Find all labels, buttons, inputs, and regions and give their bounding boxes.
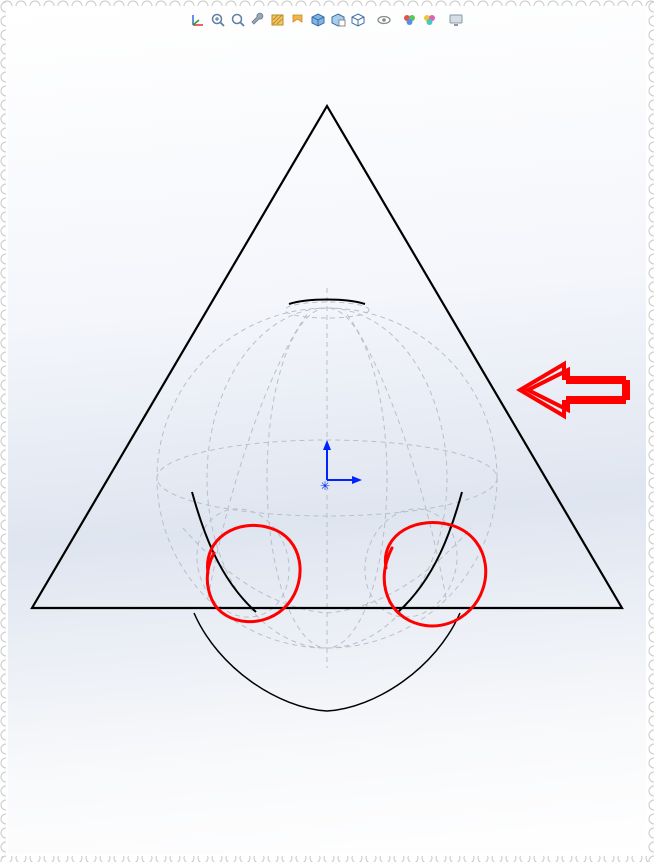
triad-icon (190, 12, 206, 28)
hatch-icon (270, 12, 286, 28)
zoom-to-fit-button[interactable] (209, 11, 227, 29)
ribbon-icon (290, 12, 306, 28)
display-style-button[interactable] (309, 11, 327, 29)
zoom-window-button[interactable] (229, 11, 247, 29)
view-orientation-button[interactable] (189, 11, 207, 29)
app-frame: ✳ (0, 0, 654, 862)
hide-show-button[interactable] (329, 11, 347, 29)
heads-up-toolbar (187, 10, 467, 30)
monitor-icon (448, 12, 464, 28)
view-settings-button[interactable] (447, 11, 465, 29)
magnifier-icon (230, 12, 246, 28)
eye-icon (376, 12, 392, 28)
scene-canvas[interactable]: ✳ (8, 8, 646, 854)
view-visibility-button[interactable] (375, 11, 393, 29)
toolbar-separator (369, 13, 373, 27)
toolbar-separator (395, 13, 399, 27)
palette-icon (402, 12, 418, 28)
appearances-button[interactable] (401, 11, 419, 29)
origin-marker: ✳ (320, 479, 330, 493)
cube-solid-icon (310, 12, 326, 28)
cube-card-icon (330, 12, 346, 28)
magnifier-plus-icon (210, 12, 226, 28)
scene-button[interactable] (421, 11, 439, 29)
viewport[interactable]: ✳ (8, 8, 646, 854)
cube-outline-icon (350, 12, 366, 28)
section-view-button[interactable] (269, 11, 287, 29)
wrench-icon (250, 12, 266, 28)
annotation-arrow (520, 364, 628, 416)
toolbar-separator (441, 13, 445, 27)
edit-appearance-button[interactable] (349, 11, 367, 29)
dynamic-annotation-button[interactable] (289, 11, 307, 29)
previous-view-button[interactable] (249, 11, 267, 29)
origin-triad: ✳ (320, 440, 362, 493)
palette2-icon (422, 12, 438, 28)
